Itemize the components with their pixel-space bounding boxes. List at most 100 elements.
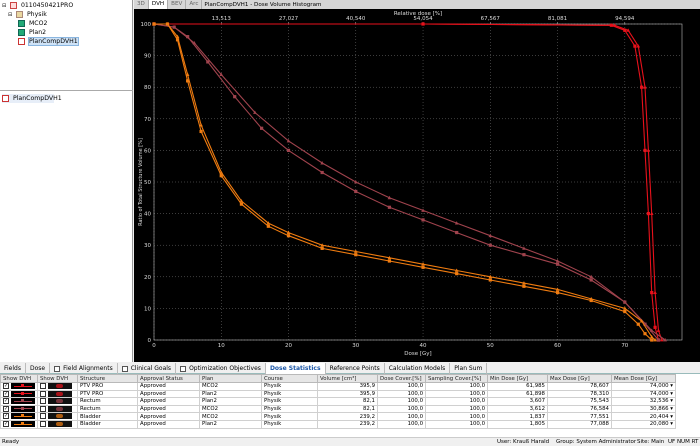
structure-thumbnail xyxy=(48,421,72,428)
table-cell: MCO2 xyxy=(199,382,262,391)
y-tick-label: 80 xyxy=(144,85,151,91)
checkbox-icon[interactable] xyxy=(40,405,46,412)
dropdown-icon[interactable]: ▾ xyxy=(669,406,673,412)
tab-field-alignments[interactable]: Field Alignments xyxy=(50,363,118,374)
tab-fields[interactable]: Fields xyxy=(0,363,26,374)
checkbox-icon[interactable] xyxy=(40,413,46,420)
show-dvh-cell[interactable]: ✓ xyxy=(0,397,38,406)
x2-tick-label: 81,081 xyxy=(548,16,567,22)
table-cell: 100,0 xyxy=(425,382,488,391)
data-point-square xyxy=(522,253,526,257)
checkbox-icon[interactable] xyxy=(40,398,46,405)
checkbox-icon[interactable] xyxy=(40,390,46,397)
column-header[interactable]: Mean Dose [Gy] xyxy=(611,374,676,383)
tab-3d[interactable]: 3D xyxy=(134,0,149,9)
show-dvh-cell[interactable]: ✓ xyxy=(0,404,38,414)
dvh-chart[interactable]: 0 10 20 30 40 50 60 70 80 90 100 0 10 20 30 40 50 60 70 13,… xyxy=(134,9,700,362)
checkbox-icon[interactable] xyxy=(40,383,46,390)
data-point-square xyxy=(555,262,560,266)
table-row[interactable]: ✓ PTV PRO Approved Plan2 Physik 395,9 100,0 100… xyxy=(0,389,676,399)
tree-plan-sum[interactable]: PlanCompDVH1 xyxy=(18,37,79,46)
show-dvh-cell-2[interactable] xyxy=(37,382,78,391)
plan-name: Plan2 xyxy=(28,29,47,36)
dropdown-icon[interactable]: ▾ xyxy=(669,391,673,397)
tab-dose-statistics[interactable]: Dose Statistics xyxy=(265,363,326,374)
structure-thumbnail xyxy=(48,398,72,405)
table-cell: 1,837 xyxy=(487,412,548,421)
tab-arc[interactable]: Arc xyxy=(186,0,203,9)
course-name: Physik xyxy=(26,11,47,18)
column-header[interactable]: Show DVH xyxy=(0,374,38,383)
course-icon xyxy=(15,10,23,18)
tab-checkbox[interactable] xyxy=(121,365,128,372)
tree-plan-plan2[interactable]: Plan2 xyxy=(18,28,46,37)
y-tick-label: 90 xyxy=(144,54,151,60)
tab-label: Plan Sum xyxy=(454,365,483,372)
tree-plan-mco2[interactable]: MCO2 xyxy=(18,19,47,28)
checkbox-checked-icon[interactable]: ✓ xyxy=(3,413,9,420)
tree-course[interactable]: ⊟ Physik xyxy=(8,10,47,19)
show-dvh-cell[interactable]: ✓ xyxy=(0,419,38,429)
show-dvh-cell-2[interactable] xyxy=(37,419,78,429)
show-dvh-cell[interactable]: ✓ xyxy=(0,389,38,399)
column-header[interactable]: Approval Status xyxy=(137,374,200,383)
column-header[interactable]: Max Dose [Gy] xyxy=(547,374,612,383)
dvh-chart-panel: 3D DVH BEV Arc PlanCompDVH1 - Dose Volum… xyxy=(134,0,700,362)
show-dvh-cell-2[interactable] xyxy=(37,397,78,406)
table-cell: 1,805 xyxy=(487,419,548,429)
line-style-swatch xyxy=(11,398,35,405)
plan-list-item[interactable]: PlanCompDVH1 xyxy=(2,94,62,103)
table-row[interactable]: ✓ Bladder Approved Plan2 Physik 239,2 100,0 100… xyxy=(0,419,676,429)
dropdown-icon[interactable]: ▾ xyxy=(669,421,673,427)
column-header[interactable]: Min Dose [Gy] xyxy=(487,374,548,383)
tab-optimization-objectives[interactable]: Optimization Objectives xyxy=(176,363,266,374)
column-header[interactable]: Plan xyxy=(199,374,262,383)
tab-dose[interactable]: Dose xyxy=(26,363,51,374)
checkbox-checked-icon[interactable]: ✓ xyxy=(3,390,9,397)
checkbox-icon[interactable] xyxy=(40,421,46,428)
table-cell: Rectum xyxy=(77,404,138,414)
show-dvh-cell-2[interactable] xyxy=(37,389,78,399)
tab-dvh[interactable]: DVH xyxy=(148,0,169,9)
table-row[interactable]: ✓ Rectum Approved Plan2 Physik 82,1 100,0 100,0… xyxy=(0,397,676,406)
tab-clinical-goals[interactable]: Clinical Goals xyxy=(118,363,177,374)
line-style-swatch xyxy=(11,405,35,412)
collapse-icon[interactable]: ⊟ xyxy=(8,11,14,20)
tab-calculation-models[interactable]: Calculation Models xyxy=(385,363,451,374)
column-header[interactable]: Sampling Cover.[%] xyxy=(425,374,488,383)
checkbox-checked-icon[interactable]: ✓ xyxy=(3,405,9,412)
x2-tick-label: 40,540 xyxy=(346,16,366,22)
column-header[interactable]: Structure xyxy=(77,374,138,383)
checkbox-checked-icon[interactable]: ✓ xyxy=(3,398,9,405)
data-point-square xyxy=(650,338,654,342)
x2-tick-label: 13,513 xyxy=(212,16,232,22)
column-header[interactable]: Dose Cover.[%] xyxy=(377,374,426,383)
table-cell: 395,9 xyxy=(317,382,378,391)
tab-reference-points[interactable]: Reference Points xyxy=(326,363,385,374)
mean-dose-value: 32,536 xyxy=(649,398,669,405)
dropdown-icon[interactable]: ▾ xyxy=(669,398,673,404)
dropdown-icon[interactable]: ▾ xyxy=(669,414,673,420)
show-dvh-cell-2[interactable] xyxy=(37,412,78,421)
tree-patient[interactable]: ⊟ 0110450421PRO xyxy=(2,1,73,10)
column-header[interactable]: Show DVH xyxy=(37,374,78,383)
dropdown-icon[interactable]: ▾ xyxy=(669,383,673,389)
data-point-triangle xyxy=(656,328,661,332)
tab-checkbox[interactable] xyxy=(180,365,187,372)
table-cell: Bladder xyxy=(77,419,138,429)
tab-bev[interactable]: BEV xyxy=(168,0,187,9)
show-dvh-cell-2[interactable] xyxy=(37,404,78,414)
checkbox-checked-icon[interactable]: ✓ xyxy=(3,421,9,428)
column-header[interactable]: Course xyxy=(261,374,318,383)
checkbox-checked-icon[interactable]: ✓ xyxy=(3,383,9,390)
tab-checkbox[interactable] xyxy=(54,365,61,372)
data-point-square xyxy=(640,85,644,89)
tab-plan-sum[interactable]: Plan Sum xyxy=(450,363,488,374)
table-row[interactable]: ✓ Rectum Approved MCO2 Physik 82,1 100,0 100,0 3… xyxy=(0,404,676,414)
table-row[interactable]: ✓ Bladder Approved MCO2 Physik 239,2 100,0 100,… xyxy=(0,412,676,421)
table-row[interactable]: ✓ PTV PRO Approved MCO2 Physik 395,9 100,0 100,… xyxy=(0,382,676,391)
show-dvh-cell[interactable]: ✓ xyxy=(0,412,38,421)
plan-sum-icon xyxy=(2,94,9,102)
show-dvh-cell[interactable]: ✓ xyxy=(0,382,38,391)
column-header[interactable]: Volume [cm³] xyxy=(317,374,378,383)
